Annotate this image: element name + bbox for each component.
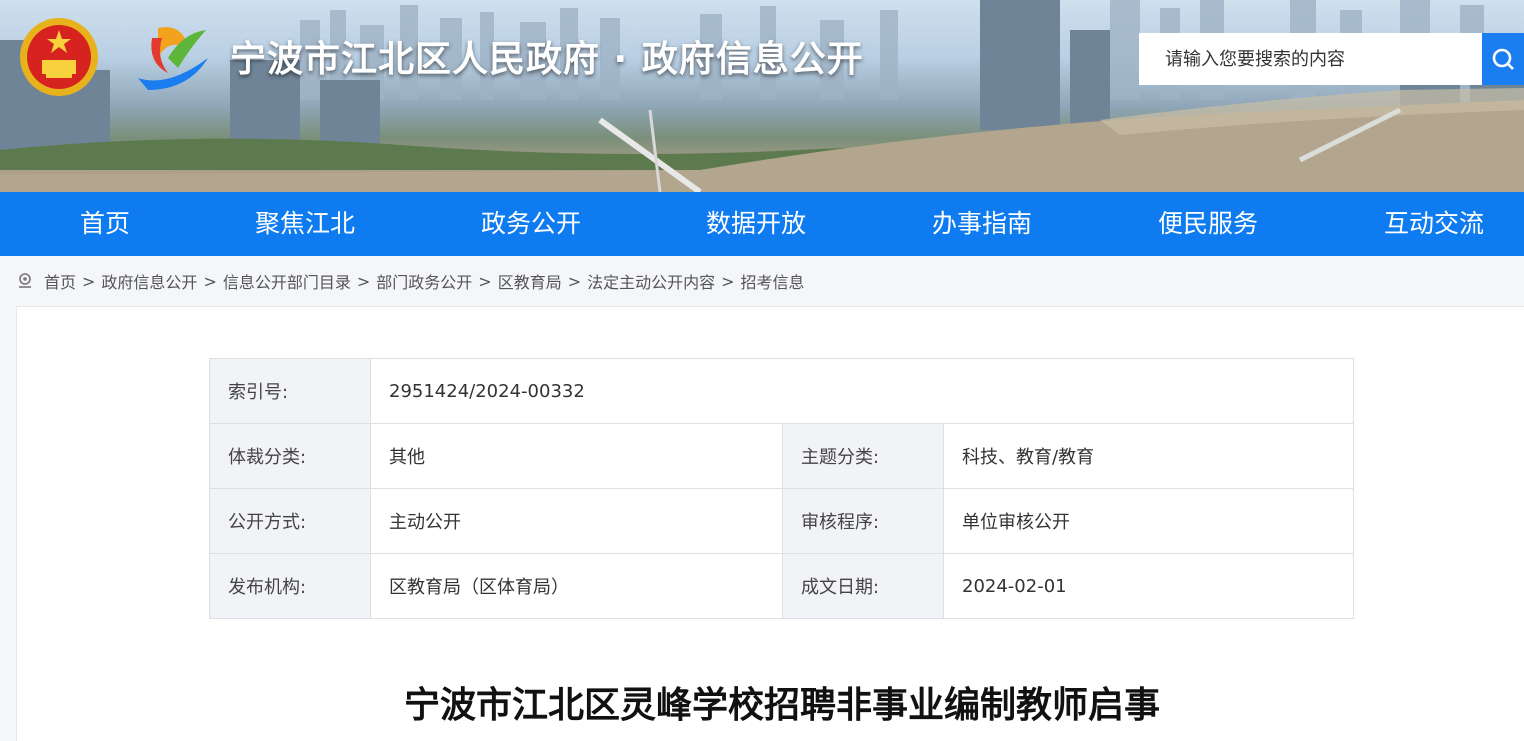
breadcrumb-separator: > bbox=[203, 271, 217, 291]
breadcrumb-separator: > bbox=[478, 271, 492, 291]
method-value: 主动公开 bbox=[370, 488, 783, 554]
genre-label: 体裁分类: bbox=[209, 423, 371, 489]
nav-item-government-affairs[interactable]: 政务公开 bbox=[451, 192, 611, 256]
city-skyline-image bbox=[0, 0, 1524, 192]
search-button[interactable] bbox=[1482, 33, 1524, 85]
nav-item-service-guide[interactable]: 办事指南 bbox=[902, 192, 1062, 256]
topic-value: 科技、教育/教育 bbox=[943, 423, 1354, 489]
main-nav: 首页 聚焦江北 政务公开 数据开放 办事指南 便民服务 互动交流 bbox=[0, 192, 1524, 256]
nav-item-open-data[interactable]: 数据开放 bbox=[676, 192, 836, 256]
document-title: 宁波市江北区灵峰学校招聘非事业编制教师启事 bbox=[403, 685, 1160, 726]
table-row: 体裁分类: 其他 主题分类: 科技、教育/教育 bbox=[209, 423, 1354, 489]
document-info-table: 索引号: 2951424/2024-00332 体裁分类: 其他 主题分类: 科… bbox=[209, 358, 1354, 619]
breadcrumb-dept-affairs[interactable]: 部门政务公开 bbox=[376, 269, 472, 293]
breadcrumb-home[interactable]: 首页 bbox=[44, 269, 76, 293]
nav-item-interaction[interactable]: 互动交流 bbox=[1354, 192, 1514, 256]
national-emblem-icon bbox=[20, 18, 98, 96]
topic-label: 主题分类: bbox=[782, 423, 944, 489]
org-label: 发布机构: bbox=[209, 553, 371, 619]
breadcrumb-separator: > bbox=[721, 271, 735, 291]
breadcrumb-separator: > bbox=[567, 271, 582, 291]
breadcrumb-separator: > bbox=[356, 271, 371, 291]
header-banner: 宁波市江北区人民政府 · 政府信息公开 bbox=[0, 0, 1524, 192]
nav-item-home[interactable]: 首页 bbox=[25, 192, 185, 256]
method-label: 公开方式: bbox=[209, 488, 371, 554]
table-row: 发布机构: 区教育局（区体育局） 成文日期: 2024-02-01 bbox=[209, 553, 1354, 619]
breadcrumb-education-bureau[interactable]: 区教育局 bbox=[498, 269, 562, 293]
breadcrumb-recruitment-info[interactable]: 招考信息 bbox=[741, 269, 805, 293]
org-value: 区教育局（区体育局） bbox=[370, 553, 783, 619]
date-label: 成文日期: bbox=[782, 553, 944, 619]
breadcrumb-gov-info[interactable]: 政府信息公开 bbox=[101, 269, 197, 293]
breadcrumb: 首页 > 政府信息公开 > 信息公开部门目录 > 部门政务公开 > 区教育局 >… bbox=[16, 268, 805, 294]
search-input[interactable] bbox=[1139, 33, 1482, 85]
nav-item-focus-jiangbei[interactable]: 聚焦江北 bbox=[225, 192, 385, 256]
table-row: 索引号: 2951424/2024-00332 bbox=[209, 358, 1354, 424]
review-label: 审核程序: bbox=[782, 488, 944, 554]
table-row: 公开方式: 主动公开 审核程序: 单位审核公开 bbox=[209, 488, 1354, 554]
genre-value: 其他 bbox=[370, 423, 783, 489]
index-label: 索引号: bbox=[209, 358, 371, 424]
nav-item-public-services[interactable]: 便民服务 bbox=[1128, 192, 1288, 256]
breadcrumb-dept-directory[interactable]: 信息公开部门目录 bbox=[223, 269, 351, 293]
site-title: 宁波市江北区人民政府 · 政府信息公开 bbox=[230, 39, 864, 80]
location-pin-icon bbox=[19, 273, 31, 288]
breadcrumb-separator: > bbox=[82, 271, 96, 291]
breadcrumb-statutory-content[interactable]: 法定主动公开内容 bbox=[587, 269, 715, 293]
search-icon bbox=[1492, 48, 1514, 70]
review-value: 单位审核公开 bbox=[943, 488, 1354, 554]
jiangbei-logo-icon bbox=[138, 27, 208, 90]
index-value: 2951424/2024-00332 bbox=[370, 358, 1354, 424]
date-value: 2024-02-01 bbox=[943, 553, 1354, 619]
